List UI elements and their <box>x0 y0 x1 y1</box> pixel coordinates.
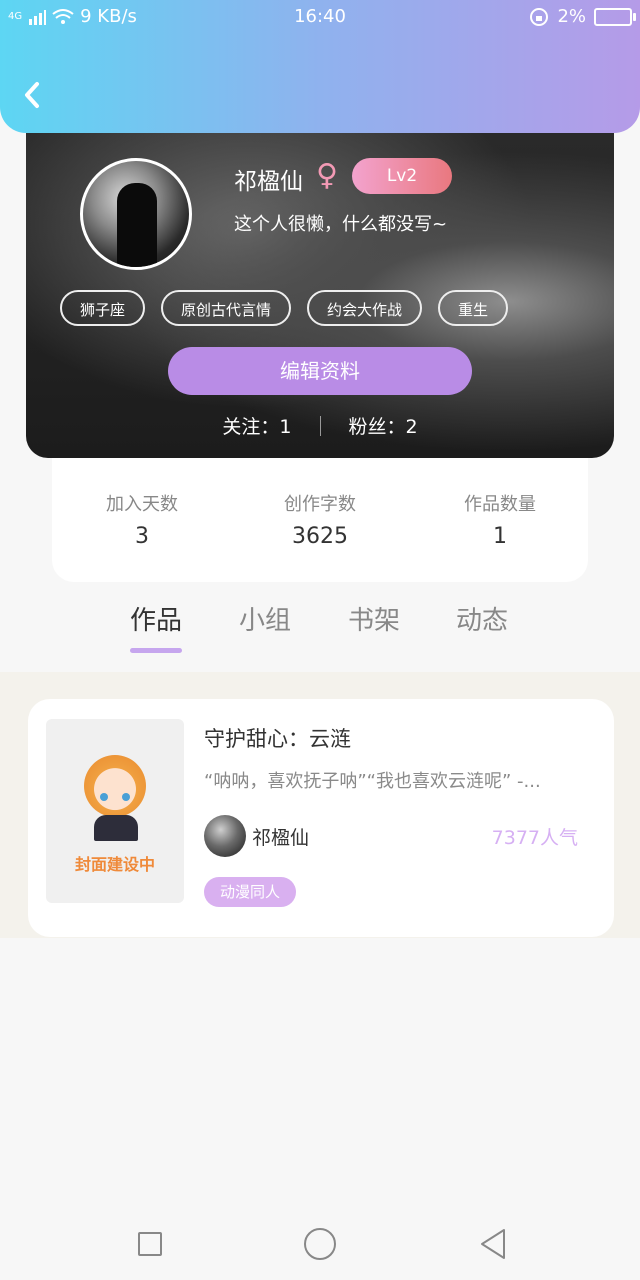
lock-rotation-icon <box>530 7 549 26</box>
popularity-count: 7377人气 <box>491 827 578 849</box>
home-icon[interactable] <box>304 1228 336 1260</box>
work-description: “呐呐，喜欢抚子呐”“我也喜欢云涟呢” -... <box>204 771 541 792</box>
chevron-left-icon <box>25 82 39 108</box>
tag-item[interactable]: 狮子座 <box>60 290 146 326</box>
following-count[interactable]: 关注：1 <box>222 412 291 439</box>
cover-eyes <box>98 793 132 801</box>
stat-value: 3625 <box>292 524 348 549</box>
work-card[interactable]: 封面建设中 守护甜心：云涟 “呐呐，喜欢抚子呐”“我也喜欢云涟呢” -... 祁… <box>28 699 614 937</box>
user-name: 祁楹仙 <box>234 169 303 195</box>
battery-icon <box>594 7 636 26</box>
work-title[interactable]: 守护甜心：云涟 <box>204 723 351 753</box>
stat-label: 作品数量 <box>464 494 536 515</box>
tag-item[interactable]: 原创古代言情 <box>161 290 292 326</box>
status-right: 2% <box>529 6 636 27</box>
cover-eye <box>122 793 130 801</box>
level-badge: Lv2 <box>352 158 452 194</box>
stat-label: 创作字数 <box>284 494 356 515</box>
tab-groups[interactable]: 小组 <box>239 600 291 637</box>
status-bar: 4G 9 KB/s 16:40 2% <box>0 0 640 34</box>
category-badge[interactable]: 动漫同人 <box>204 877 297 907</box>
tab-activity[interactable]: 动态 <box>456 600 508 637</box>
header: 4G 9 KB/s 16:40 2% <box>0 0 640 133</box>
followers-count[interactable]: 粉丝：2 <box>349 412 418 439</box>
cover-illustration <box>84 755 146 817</box>
work-cover[interactable]: 封面建设中 <box>46 719 184 903</box>
profile-tabs: 作品 小组 书架 动态 <box>0 600 640 660</box>
battery-level: 2% <box>557 6 586 27</box>
follow-divider <box>319 415 321 436</box>
stat-value: 3 <box>135 524 149 549</box>
stat-word-count: 创作字数 3625 <box>230 490 410 549</box>
active-tab-indicator <box>130 648 182 653</box>
user-bio: 这个人很懒，什么都没写~ <box>234 214 448 235</box>
stat-join-days: 加入天数 3 <box>52 490 232 549</box>
cover-body <box>94 815 138 841</box>
stats-card: 加入天数 3 创作字数 3625 作品数量 1 <box>52 440 588 582</box>
female-icon: ♀ <box>316 158 338 193</box>
profile-card: 祁楹仙 ♀ Lv2 这个人很懒，什么都没写~ 狮子座 原创古代言情 约会大作战 … <box>26 110 614 458</box>
follow-counts: 关注：1 粉丝：2 <box>26 412 614 439</box>
recent-apps-icon[interactable] <box>138 1232 162 1256</box>
author-avatar[interactable] <box>204 815 246 857</box>
tag-item[interactable]: 重生 <box>438 290 509 326</box>
tag-list: 狮子座 原创古代言情 约会大作战 重生 <box>60 290 509 326</box>
tab-works[interactable]: 作品 <box>130 600 182 637</box>
tab-bookshelf[interactable]: 书架 <box>348 600 400 637</box>
edit-profile-button[interactable]: 编辑资料 <box>168 347 472 395</box>
cover-placeholder-text: 封面建设中 <box>74 855 155 874</box>
author-name[interactable]: 祁楹仙 <box>252 823 309 850</box>
back-triangle-icon[interactable] <box>478 1228 508 1260</box>
avatar[interactable] <box>80 158 192 270</box>
system-nav-bar <box>0 1210 640 1280</box>
stat-work-count: 作品数量 1 <box>410 490 590 549</box>
avatar-figure <box>117 183 157 267</box>
tag-item[interactable]: 约会大作战 <box>307 290 423 326</box>
stat-value: 1 <box>493 524 507 549</box>
back-button[interactable] <box>18 78 48 112</box>
cover-eye <box>100 793 108 801</box>
stat-label: 加入天数 <box>106 494 178 515</box>
